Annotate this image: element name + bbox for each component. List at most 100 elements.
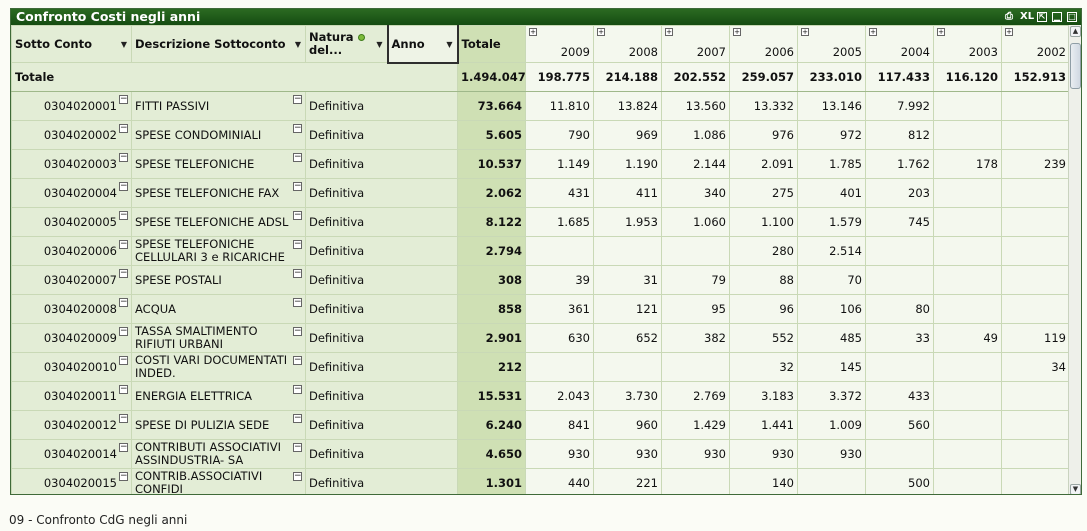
row-code-cell[interactable]: 0304020015− — [11, 468, 132, 494]
collapse-minus-icon[interactable]: − — [119, 153, 128, 162]
dropdown-arrow-icon[interactable]: ▼ — [295, 40, 301, 49]
dropdown-arrow-icon[interactable]: ▼ — [121, 40, 127, 49]
header-natura[interactable]: Natura del... ▼ — [305, 25, 388, 63]
row-desc-cell[interactable]: SPESE TELEFONICHE ADSL − — [131, 207, 306, 237]
row-desc-cell[interactable]: SPESE TELEFONICHE CELLULARI 3 e RICARICH… — [131, 236, 306, 266]
row-natura[interactable]: Definitiva — [305, 149, 458, 179]
header-year[interactable]: +2008 — [593, 25, 662, 63]
collapse-minus-icon[interactable]: − — [119, 240, 128, 249]
header-sotto-conto[interactable]: Sotto Conto ▼ — [11, 25, 132, 63]
collapse-minus-icon[interactable]: − — [293, 124, 302, 133]
row-code-cell[interactable]: 0304020012− — [11, 410, 132, 440]
row-natura[interactable]: Definitiva — [305, 91, 458, 121]
row-desc-cell[interactable]: ACQUA − — [131, 294, 306, 324]
collapse-minus-icon[interactable]: − — [119, 211, 128, 220]
row-code-cell[interactable]: 0304020009− — [11, 323, 132, 353]
row-code-cell[interactable]: 0304020003− — [11, 149, 132, 179]
row-desc-cell[interactable]: SPESE POSTALI − — [131, 265, 306, 295]
row-code-cell[interactable]: 0304020014− — [11, 439, 132, 469]
collapse-minus-icon[interactable]: − — [119, 385, 128, 394]
collapse-minus-icon[interactable]: − — [293, 240, 302, 249]
row-natura[interactable]: Definitiva — [305, 439, 458, 469]
collapse-minus-icon[interactable]: − — [293, 298, 302, 307]
row-code-cell[interactable]: 0304020005− — [11, 207, 132, 237]
row-natura[interactable]: Definitiva — [305, 236, 458, 266]
collapse-minus-icon[interactable]: − — [293, 443, 302, 452]
scroll-up-icon[interactable]: ▲ — [1070, 26, 1081, 37]
row-code-cell[interactable]: 0304020001− — [11, 91, 132, 121]
expand-plus-icon[interactable]: + — [937, 28, 945, 36]
row-natura[interactable]: Definitiva — [305, 207, 458, 237]
collapse-minus-icon[interactable]: − — [119, 414, 128, 423]
row-natura[interactable]: Definitiva — [305, 178, 458, 208]
collapse-minus-icon[interactable]: − — [119, 443, 128, 452]
collapse-minus-icon[interactable]: − — [119, 124, 128, 133]
row-natura[interactable]: Definitiva — [305, 120, 458, 150]
row-natura[interactable]: Definitiva — [305, 352, 458, 382]
header-year[interactable]: +2005 — [797, 25, 866, 63]
row-natura[interactable]: Definitiva — [305, 265, 458, 295]
restore-icon[interactable]: ⇱ — [1037, 12, 1047, 22]
collapse-minus-icon[interactable]: − — [293, 327, 302, 336]
row-natura[interactable]: Definitiva — [305, 323, 458, 353]
row-desc-cell[interactable]: SPESE CONDOMINIALI − — [131, 120, 306, 150]
row-code-cell[interactable]: 0304020007− — [11, 265, 132, 295]
row-code-cell[interactable]: 0304020002− — [11, 120, 132, 150]
dropdown-arrow-icon[interactable]: ▼ — [376, 40, 382, 49]
collapse-minus-icon[interactable]: − — [119, 327, 128, 336]
collapse-minus-icon[interactable]: − — [293, 182, 302, 191]
row-code-cell[interactable]: 0304020011− — [11, 381, 132, 411]
vertical-scrollbar[interactable]: ▲ ▼ — [1068, 25, 1081, 494]
header-year[interactable]: +2009 — [525, 25, 594, 63]
collapse-minus-icon[interactable]: − — [293, 385, 302, 394]
row-code-cell[interactable]: 0304020008− — [11, 294, 132, 324]
header-anno[interactable]: Anno ▼ — [386, 25, 459, 64]
header-year[interactable]: +2004 — [865, 25, 934, 63]
expand-plus-icon[interactable]: + — [869, 28, 877, 36]
header-descrizione[interactable]: Descrizione Sottoconto ▼ — [131, 25, 306, 63]
collapse-minus-icon[interactable]: − — [119, 472, 128, 481]
header-year[interactable]: +2003 — [933, 25, 1002, 63]
row-code-cell[interactable]: 0304020004− — [11, 178, 132, 208]
expand-plus-icon[interactable]: + — [733, 28, 741, 36]
dropdown-arrow-icon[interactable]: ▼ — [446, 40, 452, 49]
excel-icon[interactable]: XL — [1020, 11, 1034, 23]
maximize-icon[interactable]: □ — [1067, 12, 1077, 22]
print-icon[interactable]: ⎙ — [1003, 11, 1015, 23]
collapse-minus-icon[interactable]: − — [119, 182, 128, 191]
row-desc-cell[interactable]: SPESE TELEFONICHE FAX − — [131, 178, 306, 208]
scroll-down-icon[interactable]: ▼ — [1070, 484, 1081, 494]
collapse-minus-icon[interactable]: − — [119, 95, 128, 104]
row-desc-cell[interactable]: SPESE TELEFONICHE − — [131, 149, 306, 179]
row-natura[interactable]: Definitiva — [305, 468, 458, 494]
collapse-minus-icon[interactable]: − — [293, 472, 302, 481]
row-desc-cell[interactable]: CONTRIBUTI ASSOCIATIVI ASSINDUSTRIA- SA − — [131, 439, 306, 469]
collapse-minus-icon[interactable]: − — [119, 298, 128, 307]
row-desc-cell[interactable]: ENERGIA ELETTRICA − — [131, 381, 306, 411]
expand-plus-icon[interactable]: + — [529, 28, 537, 36]
collapse-minus-icon[interactable]: − — [293, 414, 302, 423]
scrollbar-thumb[interactable] — [1070, 43, 1081, 89]
row-code-cell[interactable]: 0304020010− — [11, 352, 132, 382]
expand-plus-icon[interactable]: + — [597, 28, 605, 36]
expand-plus-icon[interactable]: + — [801, 28, 809, 36]
minimize-icon[interactable]: ▁ — [1052, 12, 1062, 22]
row-desc-cell[interactable]: COSTI VARI DOCUMENTATI INDED. − — [131, 352, 306, 382]
row-natura[interactable]: Definitiva — [305, 294, 458, 324]
collapse-minus-icon[interactable]: − — [293, 95, 302, 104]
row-desc-cell[interactable]: SPESE DI PULIZIA SEDE − — [131, 410, 306, 440]
row-code-cell[interactable]: 0304020006− — [11, 236, 132, 266]
header-year[interactable]: +2006 — [729, 25, 798, 63]
row-natura[interactable]: Definitiva — [305, 410, 458, 440]
header-year[interactable]: +2002 — [1001, 25, 1070, 63]
row-desc-cell[interactable]: TASSA SMALTIMENTO RIFIUTI URBANI − — [131, 323, 306, 353]
row-natura[interactable]: Definitiva — [305, 381, 458, 411]
row-desc-cell[interactable]: FITTI PASSIVI − — [131, 91, 306, 121]
collapse-minus-icon[interactable]: − — [119, 356, 128, 365]
row-desc-cell[interactable]: CONTRIB.ASSOCIATIVI CONFIDI − — [131, 468, 306, 494]
collapse-minus-icon[interactable]: − — [293, 211, 302, 220]
expand-plus-icon[interactable]: + — [1005, 28, 1013, 36]
collapse-minus-icon[interactable]: − — [293, 269, 302, 278]
collapse-minus-icon[interactable]: − — [119, 269, 128, 278]
collapse-minus-icon[interactable]: − — [293, 356, 302, 365]
